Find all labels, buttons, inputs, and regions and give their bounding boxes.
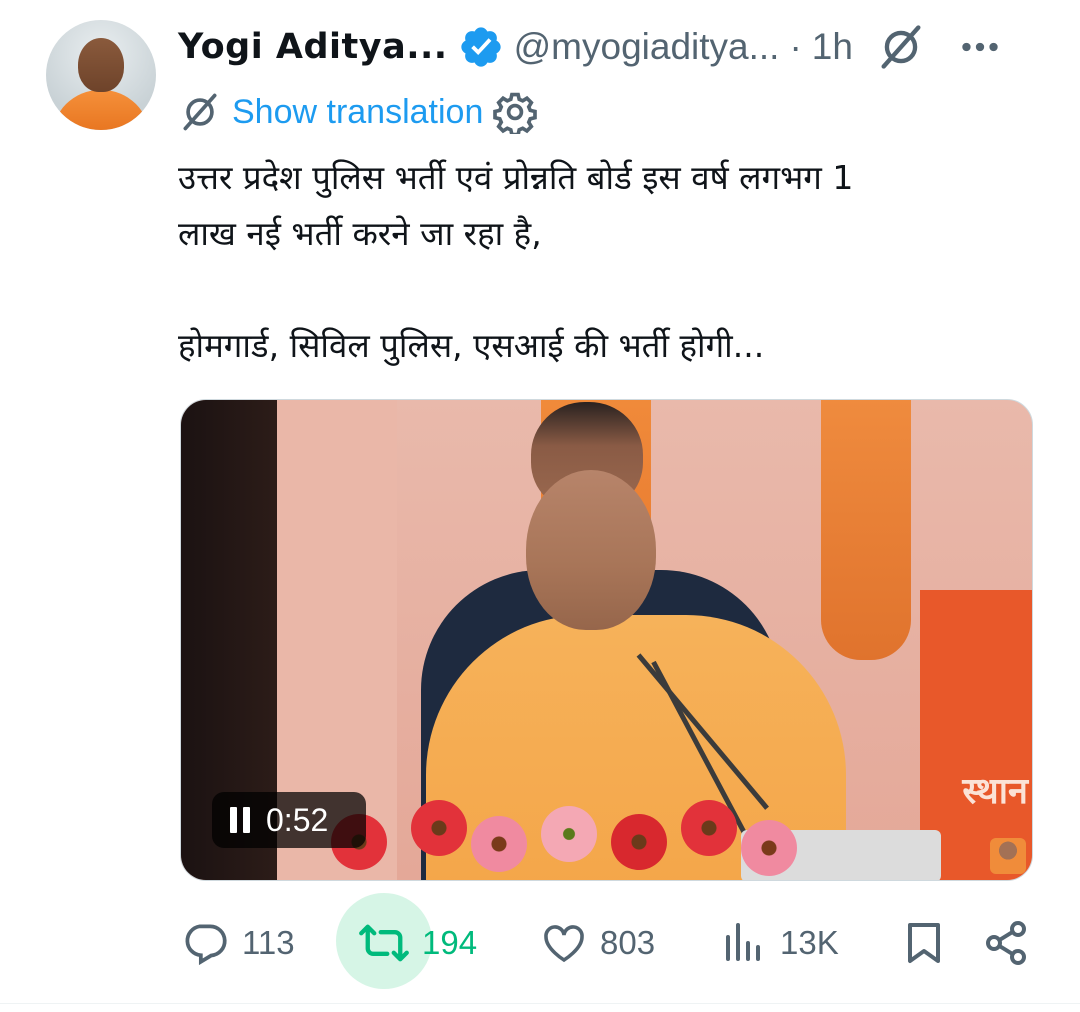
flower (741, 820, 797, 876)
reply-button[interactable]: 113 (180, 900, 295, 986)
tweet-text: उत्तर प्रदेश पुलिस भर्ती एवं प्रोन्नति ब… (178, 150, 1008, 374)
views-button[interactable]: 13K (720, 900, 839, 986)
grok-icon[interactable] (875, 21, 927, 73)
repost-button[interactable]: 194 (358, 900, 477, 986)
flower (471, 816, 527, 872)
tweet-header: Yogi Aditya... @myogiaditya... · 1h (178, 22, 1038, 72)
verified-badge-icon (460, 27, 501, 67)
flower (681, 800, 737, 856)
separator-dot: · (789, 26, 802, 67)
more-options-icon[interactable] (955, 22, 1005, 72)
author-name[interactable]: Yogi Aditya... (178, 27, 448, 67)
views-chart-icon (726, 923, 760, 961)
settings-gear-icon[interactable] (493, 90, 538, 134)
like-button[interactable]: 803 (540, 900, 655, 986)
avatar-robe (52, 90, 150, 130)
avatar[interactable] (46, 20, 156, 130)
tweet: Yogi Aditya... @myogiaditya... · 1h Show… (0, 0, 1080, 1012)
share-button[interactable] (982, 900, 1030, 986)
flower (611, 814, 667, 870)
views-count: 13K (780, 924, 839, 961)
video-speaker-head (526, 470, 656, 630)
video-background-figure (821, 400, 911, 660)
tweet-text-line: उत्तर प्रदेश पुलिस भर्ती एवं प्रोन्नति ब… (178, 158, 854, 197)
post-time[interactable]: 1h (812, 26, 853, 68)
action-bar: 113 194 803 13K (0, 900, 1080, 986)
video-watermark (990, 838, 1026, 874)
flower (411, 800, 467, 856)
video-playback-badge[interactable]: 0:52 (212, 792, 366, 848)
tweet-text-line: लाख नई भर्ती करने जा रहा है, (178, 214, 542, 253)
repost-count: 194 (422, 924, 478, 961)
video-board-text: स्थान (962, 771, 1028, 812)
divider (0, 1003, 1080, 1004)
translation-row[interactable]: Show translation (178, 88, 538, 136)
grok-translate-icon (183, 93, 217, 131)
show-translation-link[interactable]: Show translation (232, 93, 483, 132)
repost-icon (359, 924, 409, 962)
reply-count: 113 (242, 924, 295, 961)
heart-icon (544, 925, 584, 963)
bookmark-button[interactable] (900, 900, 948, 986)
video-time: 0:52 (266, 801, 329, 838)
tweet-text-line: होमगार्ड, सिविल पुलिस, एसआई की भर्ती होग… (178, 326, 765, 365)
pause-icon[interactable] (230, 807, 250, 833)
flower (541, 806, 597, 862)
reply-icon (185, 924, 227, 966)
share-icon (986, 921, 1026, 965)
author-handle[interactable]: @myogiaditya... (514, 26, 780, 68)
avatar-head (78, 38, 124, 92)
like-count: 803 (600, 924, 656, 961)
bookmark-icon (908, 923, 940, 963)
